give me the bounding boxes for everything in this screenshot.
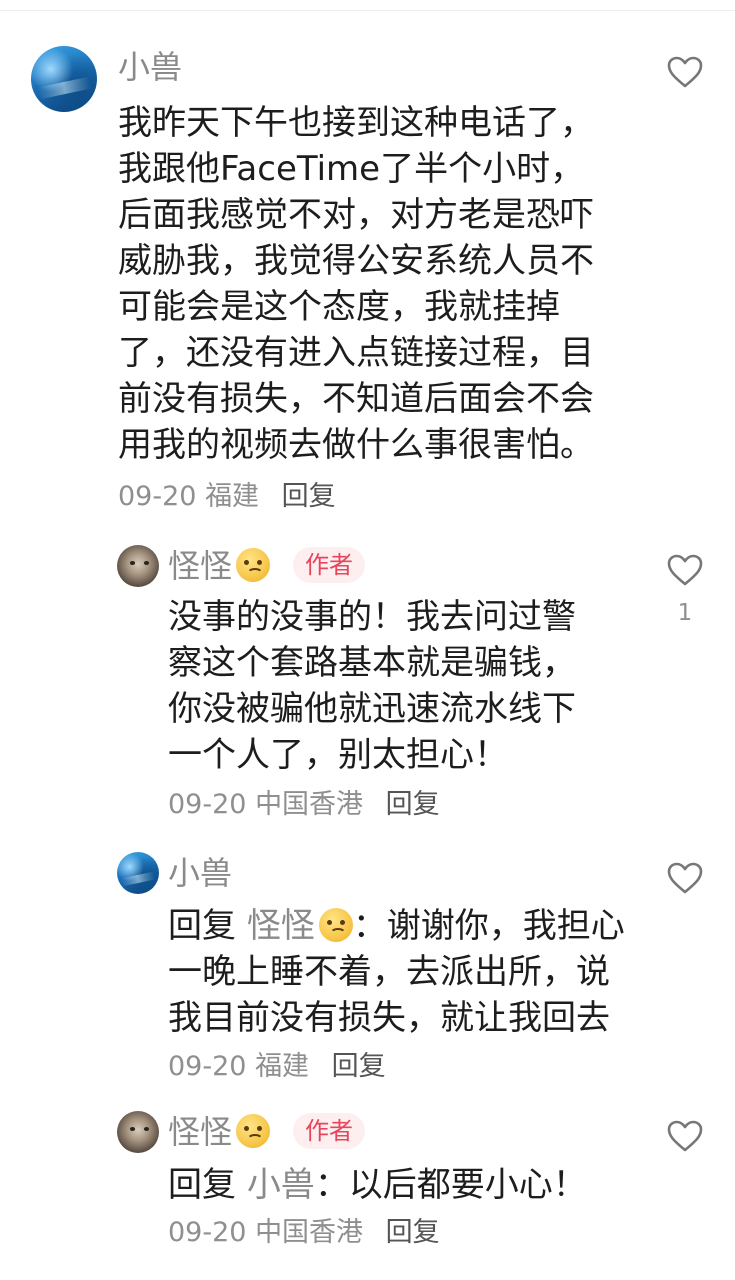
reply-text[interactable]: 回复 小兽：以后都要小心！ (168, 1162, 638, 1208)
author-badge: 作者 (293, 547, 365, 583)
reply-username[interactable]: 小兽 (168, 853, 232, 893)
reply-text[interactable]: 没事的没事的！我去问过警察这个套路基本就是骗钱，你没被骗他就迅速流水线下一个人了… (168, 594, 608, 778)
heart-outline-icon (667, 862, 703, 894)
woozy-face-emoji (318, 908, 353, 942)
reply-button[interactable]: 回复 (386, 1217, 440, 1248)
reply-username[interactable]: 怪怪 (168, 1112, 271, 1152)
reply-target-user[interactable]: 小兽 (247, 1165, 315, 1205)
reply-location: 中国香港 (255, 1217, 364, 1248)
username-text: 怪怪 (168, 547, 233, 585)
reply-meta: 09-20 福建 回复 (168, 1051, 386, 1082)
reply-location: 福建 (255, 1051, 310, 1082)
like-count: 1 (677, 600, 693, 626)
like-button[interactable] (666, 553, 704, 587)
avatar[interactable] (117, 1111, 159, 1153)
like-button[interactable] (666, 55, 704, 89)
avatar[interactable] (117, 852, 159, 894)
reply-button[interactable]: 回复 (282, 481, 336, 512)
reply-location: 中国香港 (255, 789, 364, 820)
reply-date: 09-20 (168, 1051, 247, 1082)
heart-outline-icon (667, 1120, 703, 1152)
reply-date: 09-20 (168, 789, 247, 820)
heart-outline-icon (667, 554, 703, 586)
heart-outline-icon (667, 56, 703, 88)
avatar[interactable] (117, 545, 159, 587)
like-button[interactable] (666, 1119, 704, 1153)
comment-meta: 09-20 福建 回复 (118, 480, 336, 514)
comment-text[interactable]: 我昨天下午也接到这种电话了，我跟他FaceTime了半个小时，后面我感觉不对，对… (118, 100, 618, 468)
reply-text[interactable]: 回复 怪怪 ：谢谢你，我担心一晚上睡不着，去派出所，说我目前没有损失，就让我回去 … (168, 903, 638, 1087)
reply-username[interactable]: 怪怪 (168, 546, 271, 586)
woozy-face-emoji (236, 548, 271, 582)
username-text: 怪怪 (168, 1113, 233, 1151)
comment-date: 09-20 (118, 481, 197, 512)
reply-target-user[interactable]: 怪怪 (247, 906, 353, 946)
comment-location: 福建 (205, 481, 260, 512)
like-button[interactable] (666, 861, 704, 895)
reply-body: ：以后都要小心！ (314, 1165, 587, 1205)
avatar[interactable] (31, 46, 97, 112)
top-divider (0, 10, 735, 11)
reply-meta: 09-20 中国香港 回复 (168, 788, 440, 822)
reply-body: ：谢谢你，我担心一晚上睡不着，去派出所，说我目前没有损失，就让我回去 (168, 906, 625, 1038)
reply-button[interactable]: 回复 (386, 789, 440, 820)
woozy-face-emoji (236, 1114, 271, 1148)
author-badge: 作者 (293, 1113, 365, 1149)
comment-username[interactable]: 小兽 (118, 47, 182, 87)
reply-prefix: 回复 (168, 1165, 236, 1205)
reply-target-name: 怪怪 (246, 906, 315, 946)
reply-meta: 09-20 中国香港 回复 (168, 1216, 440, 1250)
reply-prefix: 回复 (168, 906, 236, 946)
reply-button[interactable]: 回复 (332, 1051, 386, 1082)
reply-date: 09-20 (168, 1217, 247, 1248)
